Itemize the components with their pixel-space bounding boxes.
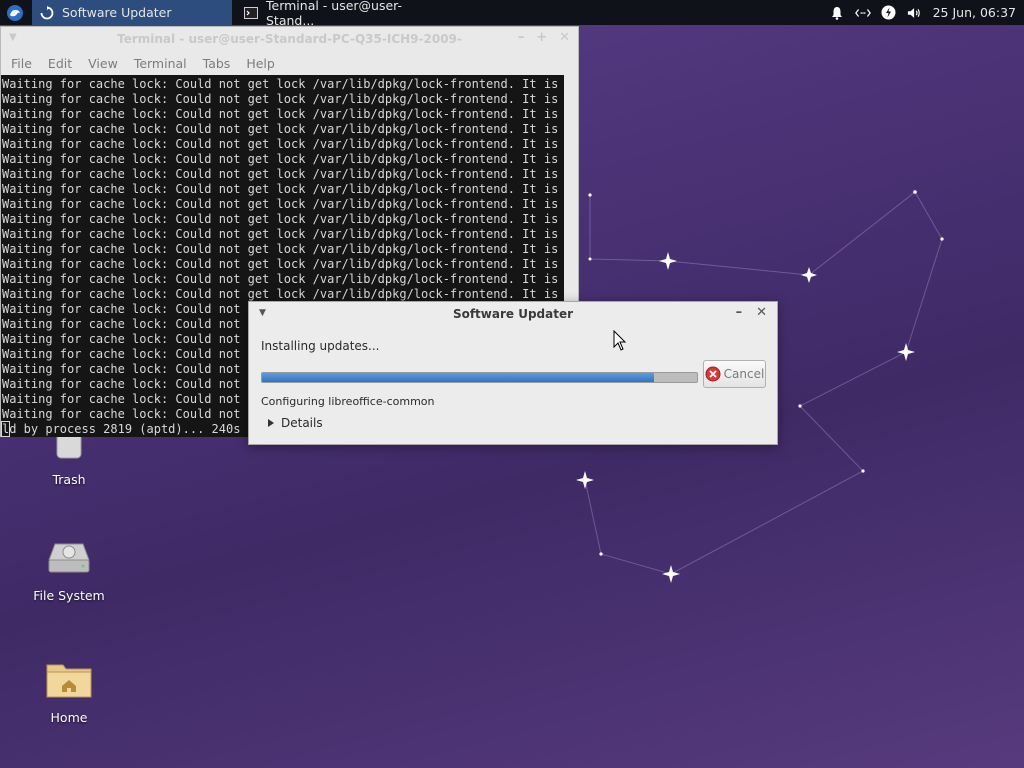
home-folder-icon: [45, 656, 93, 704]
terminal-line: Waiting for cache lock: Could not get lo…: [2, 77, 565, 91]
minimize-icon[interactable]: –: [736, 305, 743, 320]
maximize-icon[interactable]: +: [536, 30, 547, 45]
top-panel: Software Updater Terminal - user@user-St…: [0, 0, 1024, 28]
menu-view[interactable]: View: [80, 56, 126, 71]
task-label: Terminal - user@user-Stand...: [266, 0, 403, 28]
system-tray: 25 Jun, 06:37: [829, 5, 1024, 21]
cancel-label: Cancel: [723, 367, 765, 381]
menu-edit[interactable]: Edit: [40, 56, 80, 71]
window-menu-icon[interactable]: ▼: [259, 308, 266, 318]
terminal-title: Terminal - user@user-Standard-PC-Q35-ICH…: [117, 32, 462, 46]
network-icon[interactable]: [854, 5, 871, 21]
terminal-line: Waiting for cache lock: Could not get lo…: [2, 227, 565, 241]
terminal-line: Waiting for cache lock: Could not get lo…: [2, 182, 565, 196]
terminal-menubar: File Edit View Terminal Tabs Help: [1, 51, 578, 75]
terminal-line-text: d by process 2819 (aptd)... 240s: [9, 422, 241, 436]
drive-icon: [45, 534, 93, 582]
terminal-line: Waiting for cache lock: Could not get lo…: [2, 167, 565, 181]
close-icon[interactable]: ✕: [756, 305, 767, 320]
power-icon[interactable]: [881, 5, 897, 21]
menu-tabs[interactable]: Tabs: [195, 56, 239, 71]
terminal-line: Waiting for cache lock: Could not get lo…: [2, 152, 565, 166]
mouse-cursor-icon: [613, 330, 627, 351]
terminal-line: Waiting for cache lock: Could not get lo…: [2, 197, 565, 211]
task-software-updater[interactable]: Software Updater: [32, 0, 232, 25]
terminal-line: Waiting for cache lock: Could not get lo…: [2, 287, 565, 301]
desktop-icon-home[interactable]: Home: [24, 656, 114, 725]
window-menu-icon[interactable]: ▼: [9, 32, 17, 43]
desktop-icon-file-system[interactable]: File System: [24, 534, 114, 603]
terminal-line: Waiting for cache lock: Could not get lo…: [2, 107, 565, 121]
details-expander[interactable]: Details: [267, 416, 323, 430]
updater-title: Software Updater: [452, 307, 574, 321]
terminal-titlebar[interactable]: ▼ Terminal - user@user-Standard-PC-Q35-I…: [1, 27, 578, 51]
menu-terminal[interactable]: Terminal: [126, 56, 195, 71]
update-detail: Configuring libreoffice-common: [261, 395, 435, 408]
terminal-line: Waiting for cache lock: Could not get lo…: [2, 257, 565, 271]
volume-icon[interactable]: [907, 5, 923, 21]
cancel-icon: [705, 366, 721, 382]
desktop-icon-label: Home: [50, 710, 88, 725]
menu-file[interactable]: File: [3, 56, 40, 71]
terminal-line: Waiting for cache lock: Could not get lo…: [2, 242, 565, 256]
clock[interactable]: 25 Jun, 06:37: [933, 5, 1016, 20]
terminal-line: Waiting for cache lock: Could not get lo…: [2, 212, 565, 226]
terminal-line: Waiting for cache lock: Could not get lo…: [2, 272, 565, 286]
update-status: Installing updates...: [261, 339, 380, 353]
progress-fill: [262, 373, 654, 382]
refresh-icon: [40, 5, 54, 20]
terminal-line: Waiting for cache lock: Could not get lo…: [2, 137, 565, 151]
desktop-icon-label: Trash: [52, 472, 86, 487]
cancel-button[interactable]: Cancel: [703, 360, 766, 388]
menu-help[interactable]: Help: [238, 56, 283, 71]
minimize-icon[interactable]: –: [518, 30, 525, 45]
xfce-logo-icon: [7, 4, 23, 21]
desktop-icon-label: File System: [33, 588, 105, 603]
install-progress-bar: [261, 372, 698, 383]
bell-icon[interactable]: [829, 5, 845, 21]
updater-titlebar[interactable]: ▼ Software Updater – ✕: [249, 302, 777, 326]
terminal-line: Waiting for cache lock: Could not get lo…: [2, 122, 565, 136]
whisker-menu-button[interactable]: [0, 0, 30, 25]
terminal-icon: [244, 6, 258, 20]
task-terminal[interactable]: Terminal - user@user-Stand...: [236, 0, 446, 28]
task-label: Software Updater: [62, 5, 172, 20]
software-updater-dialog[interactable]: ▼ Software Updater – ✕ Installing update…: [248, 301, 778, 445]
expander-arrow-icon: [268, 419, 274, 427]
close-icon[interactable]: ✕: [559, 30, 570, 45]
terminal-line: Waiting for cache lock: Could not get lo…: [2, 92, 565, 106]
details-label: Details: [281, 416, 323, 430]
